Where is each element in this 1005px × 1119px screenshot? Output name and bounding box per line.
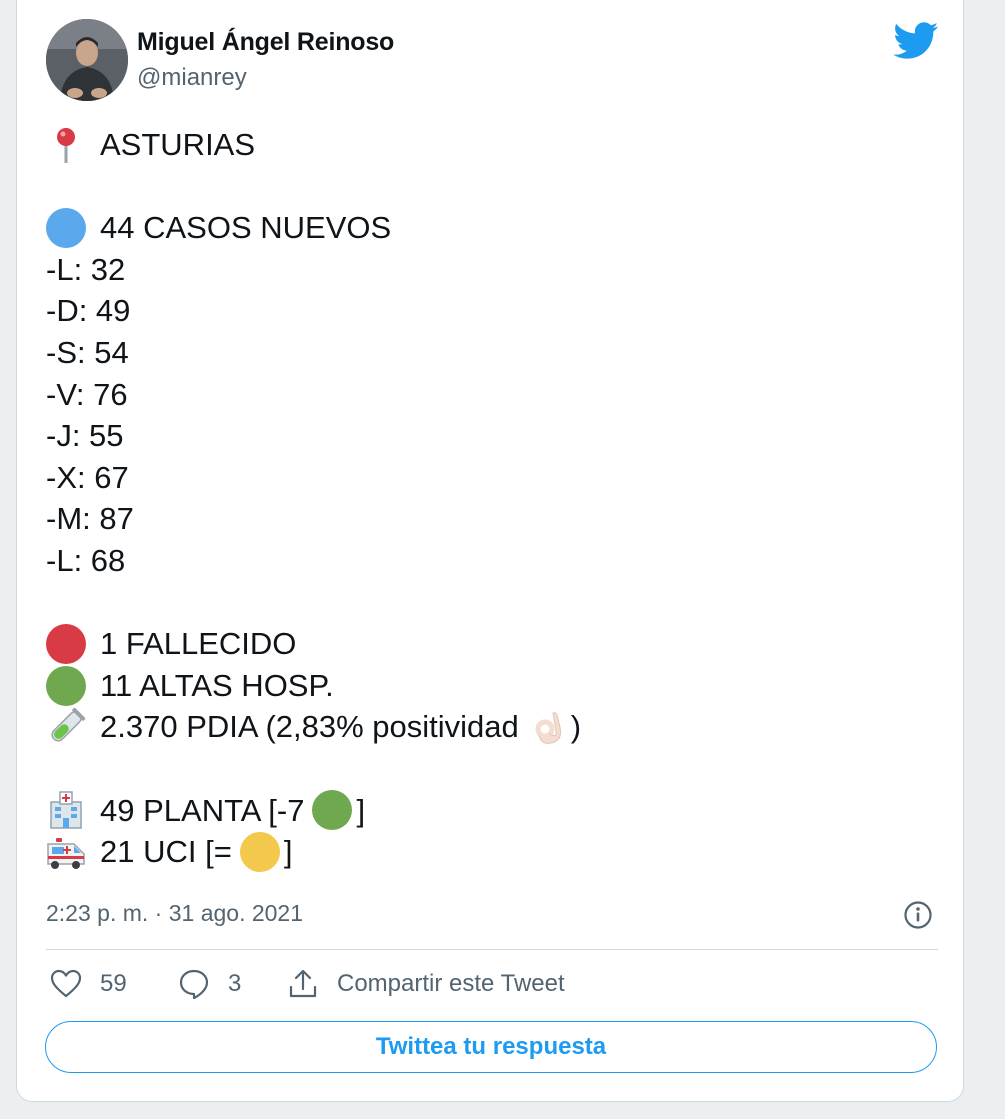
like-button[interactable]: 59 (50, 968, 127, 1000)
icu-line: 21 UCI [= ] (46, 831, 936, 873)
avatar[interactable] (46, 19, 128, 101)
test-tube-icon (51, 707, 86, 742)
daily-line: -J: 55 (46, 418, 124, 454)
yellow-circle-icon (239, 831, 280, 872)
discharges-line: 11 ALTAS HOSP. (46, 665, 936, 707)
tweet-card: Miguel Ángel Reinoso @mianrey ASTURIAS 4… (16, 0, 964, 1102)
share-button[interactable]: Compartir este Tweet (287, 968, 565, 1000)
daily-line: -S: 54 (46, 334, 129, 370)
green-circle-icon (312, 790, 353, 831)
ward-close: ] (356, 792, 366, 828)
tests-line: 2.370 PDIA (2,83% positividad ) (46, 706, 936, 748)
tweet-reply-button[interactable]: Twittea tu respuesta (45, 1021, 937, 1073)
twitter-bird-icon[interactable] (893, 22, 939, 60)
divider (46, 949, 938, 950)
tests-text: 2.370 PDIA (2,83% positividad (100, 709, 519, 745)
daily-line: -D: 49 (46, 293, 131, 329)
icu-text: 21 UCI [= (100, 834, 232, 870)
icu-close: ] (283, 834, 293, 870)
new-cases-line: 44 CASOS NUEVOS (46, 207, 936, 249)
deaths-line: 1 FALLECIDO (46, 623, 936, 665)
tweet-text: ASTURIAS 44 CASOS NUEVOS -L: 32 -D: 49 -… (46, 124, 936, 873)
author-name[interactable]: Miguel Ángel Reinoso (137, 28, 394, 57)
heart-icon (50, 969, 82, 998)
discharges-text: 11 ALTAS HOSP. (100, 667, 334, 703)
daily-line: -M: 87 (46, 501, 134, 537)
like-count: 59 (100, 970, 127, 997)
author-handle[interactable]: @mianrey (137, 64, 247, 92)
new-cases-text: 44 CASOS NUEVOS (100, 210, 392, 246)
ok-hand-icon (535, 712, 561, 744)
blue-circle-icon (46, 207, 86, 248)
share-label: Compartir este Tweet (337, 970, 565, 997)
daily-line: -V: 76 (46, 376, 128, 412)
ward-text: 49 PLANTA [-7 (100, 792, 305, 828)
tweet-timestamp[interactable]: 2:23 p. m. · 31 ago. 2021 (46, 900, 303, 927)
location-text: ASTURIAS (100, 127, 256, 162)
speech-bubble-icon (179, 969, 209, 1000)
hospital-icon (50, 791, 82, 830)
ward-line: 49 PLANTA [-7 ] (46, 790, 936, 832)
daily-line: -L: 32 (46, 251, 126, 287)
deaths-text: 1 FALLECIDO (100, 626, 297, 662)
round-pushpin-icon (57, 127, 75, 163)
green-circle-icon (46, 665, 86, 706)
share-icon (289, 969, 317, 998)
red-circle-icon (46, 623, 86, 664)
daily-line: -L: 68 (46, 542, 126, 578)
daily-line: -X: 67 (46, 459, 129, 495)
ambulance-icon (47, 837, 85, 869)
info-icon[interactable] (903, 900, 933, 930)
tests-close: ) (570, 709, 582, 745)
reply-count: 3 (228, 970, 242, 997)
reply-button[interactable]: 3 (178, 968, 241, 1000)
location-line: ASTURIAS (46, 124, 936, 166)
